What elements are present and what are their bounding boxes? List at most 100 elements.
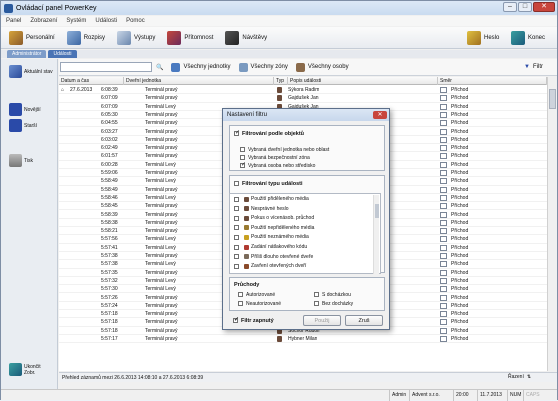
print-button[interactable]: Tisk: [9, 154, 53, 167]
personnel-button[interactable]: Personální: [5, 29, 59, 47]
event-type-checkbox[interactable]: [234, 244, 239, 250]
cell-time: 6:02:49: [101, 145, 118, 152]
col-unit[interactable]: Dveřní jednotka: [124, 77, 274, 85]
persons-filter[interactable]: Všechny osoby: [295, 61, 349, 73]
menu-view[interactable]: Zobrazení: [30, 18, 57, 24]
exit-button[interactable]: Konec: [511, 27, 545, 49]
refresh-button[interactable]: Aktuální stav: [9, 65, 53, 78]
close-view-button[interactable]: Ukončit Zobr.: [9, 363, 53, 376]
event-type-item[interactable]: Pokus o vícenásob. průchod: [234, 214, 364, 222]
filter-enabled-checkbox[interactable]: [233, 316, 239, 324]
schedule-button[interactable]: Rozpisy: [63, 29, 109, 47]
object-option-zone[interactable]: Vybraná bezpečnostní zóna: [240, 154, 310, 162]
event-type-item[interactable]: Použití nepřiděleného média: [234, 224, 364, 232]
event-type-item[interactable]: Použití neznámého média: [234, 233, 364, 241]
apply-button[interactable]: Použij: [303, 315, 341, 326]
col-datetime[interactable]: Datum a čas: [59, 77, 124, 85]
password-button[interactable]: Heslo: [467, 27, 499, 49]
event-type-label: Použití přiděleného média: [251, 196, 309, 203]
maximize-button[interactable]: □: [518, 2, 532, 12]
pass-no-attendance-checkbox[interactable]: [314, 301, 319, 307]
cell-unit: Terminál Levý: [145, 103, 176, 110]
print-label: Tisk: [24, 157, 33, 164]
older-button[interactable]: Starší: [9, 119, 53, 132]
filter-enabled[interactable]: Filtr zapnutý: [233, 316, 274, 324]
minimize-button[interactable]: –: [503, 2, 517, 12]
event-type-item[interactable]: Nesprávné heslo: [234, 205, 364, 213]
grid-scrollbar[interactable]: [547, 77, 557, 371]
menu-panel[interactable]: Panel: [6, 18, 21, 24]
cell-time: 5:58:38: [101, 219, 118, 226]
table-row[interactable]: 5:57:17 Terminál pravý Hybner Milan Příchod: [59, 335, 547, 344]
menu-system[interactable]: Systém: [66, 18, 86, 24]
col-description[interactable]: Popis události: [288, 77, 438, 85]
event-type-item[interactable]: Příliš dlouho otevřené dveře: [234, 253, 364, 261]
filter-button[interactable]: ▼ Filtr: [524, 61, 543, 73]
object-person-checkbox[interactable]: [240, 161, 246, 169]
status-company: Advent s.r.o.: [409, 390, 453, 401]
cell-time: 6:04:55: [101, 120, 118, 127]
types-checkbox[interactable]: [234, 181, 239, 186]
pass-authorized[interactable]: Autorizované: [238, 291, 275, 299]
close-button[interactable]: ✕: [533, 2, 555, 12]
event-type-checkbox[interactable]: [234, 196, 239, 202]
types-header[interactable]: Filtrování typu události: [234, 181, 303, 187]
scrollbar-thumb[interactable]: [549, 89, 556, 109]
presence-button[interactable]: Přítomnost: [163, 29, 217, 47]
pass-unauthorized-checkbox[interactable]: [238, 301, 243, 307]
pass-attendance[interactable]: S docházkou: [314, 291, 351, 299]
cell-time: 6:07:09: [101, 103, 118, 110]
cell-direction: Příchod: [451, 95, 469, 102]
type-list-scrollbar[interactable]: [373, 195, 379, 274]
dialog-close-button[interactable]: ✕: [373, 111, 387, 119]
pass-attendance-checkbox[interactable]: [314, 292, 319, 298]
pass-authorized-checkbox[interactable]: [238, 292, 243, 298]
reports-button[interactable]: Výstupy: [113, 29, 159, 47]
funnel-icon: ▼: [524, 64, 530, 70]
col-type[interactable]: Typ: [274, 77, 288, 85]
type-list-scrollbar-thumb[interactable]: [375, 204, 379, 218]
cell-unit: Terminál pravý: [145, 186, 178, 193]
event-type-checkbox[interactable]: [234, 234, 239, 240]
cell-direction: Příchod: [451, 261, 469, 268]
event-type-item[interactable]: Zavření otevřených dveří: [234, 262, 364, 270]
tab-events[interactable]: Události: [48, 50, 77, 58]
filter-bar: 🔍 Všechny jednotky Všechny zóny Všechny …: [59, 59, 557, 76]
zones-filter[interactable]: Všechny zóny: [238, 61, 288, 73]
cell-time: 6:05:30: [101, 111, 118, 118]
schedule-icon: [66, 30, 81, 45]
menu-help[interactable]: Pomoc: [126, 18, 145, 24]
object-zone-checkbox[interactable]: [240, 155, 245, 161]
object-option-person[interactable]: Vybraná osoba nebo středisko: [240, 161, 315, 170]
objects-header[interactable]: Filtrování podle objektů: [234, 129, 304, 137]
event-type-checkbox[interactable]: [234, 254, 239, 260]
event-type-checkbox[interactable]: [234, 206, 239, 212]
event-type-checkbox[interactable]: [234, 225, 239, 231]
event-type-checkbox[interactable]: [234, 215, 239, 221]
newer-button[interactable]: Novější: [9, 103, 53, 116]
pass-unauthorized[interactable]: Neautorizované: [238, 300, 281, 308]
units-filter[interactable]: Všechny jednotky: [171, 61, 231, 73]
event-type-item[interactable]: Zadání nátlakového kódu: [234, 243, 364, 251]
cancel-button[interactable]: Zruš: [345, 315, 383, 326]
tab-administrator[interactable]: Administrátor: [7, 50, 47, 58]
col-direction[interactable]: Směr: [438, 77, 547, 85]
cell-unit: Terminál pravý: [145, 211, 178, 218]
table-row[interactable]: ⌂ 27.6.2013 6:08:39 Terminál pravý Sýkora Ra…: [59, 86, 547, 95]
search-input[interactable]: [60, 62, 152, 72]
pass-no-attendance[interactable]: Bez docházky: [314, 300, 353, 308]
dialog-title: Nastavení filtru: [223, 109, 389, 121]
sort-control[interactable]: Řazení ⇅: [508, 372, 531, 382]
menu-events[interactable]: Události: [95, 18, 117, 24]
sort-icon: ⇅: [526, 374, 532, 380]
object-unit-checkbox[interactable]: [240, 147, 245, 153]
event-type-checkbox[interactable]: [234, 263, 239, 269]
event-type-item[interactable]: Použití přiděleného média: [234, 195, 364, 203]
table-row[interactable]: 6:07:09 Terminál pravý Gajdušek Jan Příchod: [59, 94, 547, 103]
window-controls: – □ ✕: [503, 2, 555, 12]
cell-time: 5:58:49: [101, 186, 118, 193]
object-option-unit[interactable]: Vybraná dveřní jednotka nebo oblast: [240, 146, 329, 154]
visitors-button[interactable]: Návštěvy: [221, 29, 271, 47]
search-icon[interactable]: 🔍: [156, 64, 163, 71]
objects-checkbox[interactable]: [234, 129, 240, 136]
